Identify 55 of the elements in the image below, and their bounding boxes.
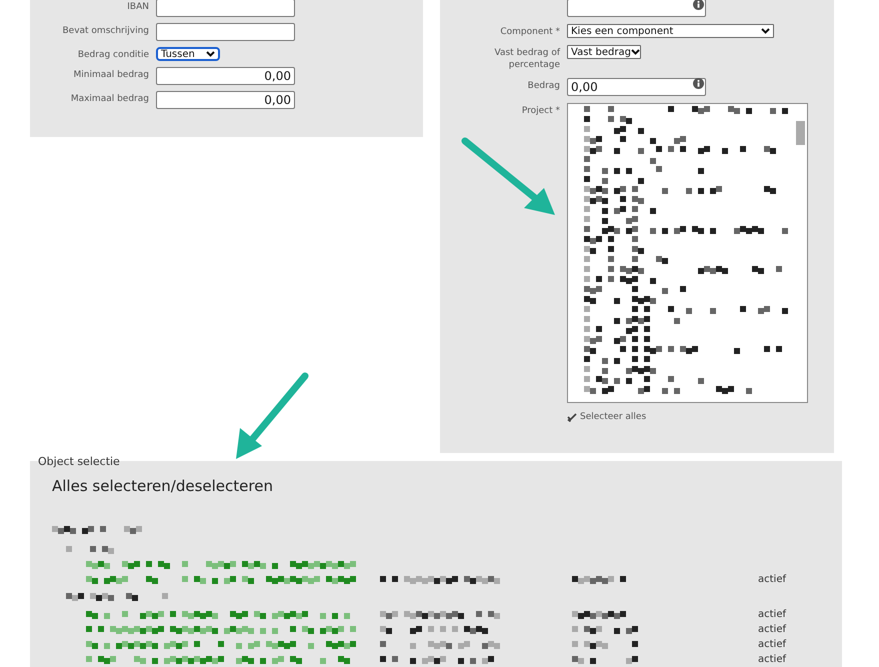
amount-input[interactable]: 0,00 [156, 67, 295, 85]
redacted-text-drawing [572, 656, 638, 664]
dropdown[interactable]: Vast bedrag [567, 45, 641, 59]
dropdown[interactable]: Kies een component [567, 24, 774, 38]
field-label: Project * [520, 105, 560, 117]
section-legend: Object selectie [38, 456, 879, 468]
caret-icon [761, 28, 770, 34]
redacted-text-drawing [572, 640, 638, 648]
redacted-text-drawing [572, 610, 626, 618]
redacted-text-drawing [584, 196, 644, 204]
field-label: Vast bedrag of percentage [494, 47, 560, 71]
redacted-text-drawing [584, 356, 650, 364]
redacted-text-drawing [584, 246, 644, 254]
field-label: Bedrag conditie [76, 49, 149, 61]
select-all-heading[interactable]: Alles selecteren/deselecteren [52, 477, 842, 495]
redacted-text-drawing [584, 236, 638, 244]
redacted-text-drawing [572, 576, 626, 584]
redacted-text-drawing [584, 296, 656, 304]
amount-input[interactable]: 0,00 [156, 91, 295, 109]
status-text: actief [758, 609, 786, 620]
redacted-text-drawing [584, 326, 650, 334]
text-input[interactable] [156, 23, 295, 41]
text-input[interactable] [567, 0, 706, 17]
status-text: actief [758, 654, 786, 665]
status-text: actief [758, 639, 786, 650]
field-label: IBAN [126, 1, 149, 13]
redacted-text-drawing [584, 336, 650, 344]
caret-icon [630, 49, 640, 55]
field-label: Bevat omschrijving [61, 25, 149, 37]
select-all-link[interactable]: Selecteer alles [567, 412, 646, 422]
info-icon [693, 78, 704, 89]
status-text: actief [758, 624, 786, 635]
status-text: actief [758, 574, 786, 585]
project-listbox[interactable] [567, 103, 808, 403]
redacted-text-drawing [572, 626, 638, 634]
redacted-text-drawing [584, 276, 656, 284]
double-check-icon [567, 412, 577, 422]
scrollbar-thumb[interactable] [796, 121, 805, 145]
redacted-text-drawing [66, 546, 114, 554]
dropdown[interactable]: Tussen [156, 47, 220, 61]
field-label: Minimaal bedrag [72, 69, 149, 81]
caret-icon [206, 51, 215, 57]
redacted-text-drawing [584, 116, 632, 124]
text-input[interactable] [156, 0, 295, 17]
field-label: Component * [499, 26, 560, 38]
text-input[interactable]: 0,00 [567, 78, 706, 96]
redacted-text-drawing [584, 206, 656, 214]
redacted-text-drawing [584, 126, 644, 134]
field-label: Maximaal bedrag [70, 93, 149, 105]
redacted-text-drawing [584, 156, 656, 164]
field-label: Bedrag [526, 80, 560, 92]
redacted-text-drawing [584, 216, 638, 224]
redacted-text-drawing [584, 366, 656, 374]
redacted-text-drawing [584, 176, 644, 184]
info-icon [693, 0, 704, 10]
